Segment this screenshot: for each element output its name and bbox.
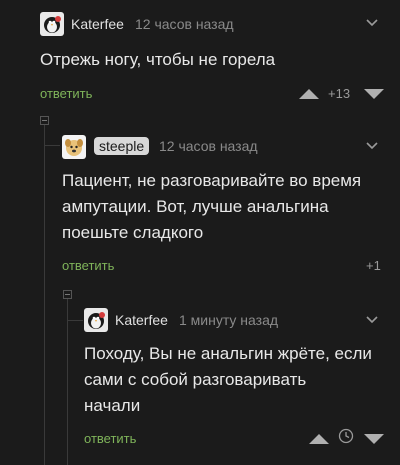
comment-3-reply-link[interactable]: ответить	[84, 431, 136, 446]
comment-3-text: Походу, Вы не анальгин жрёте, если сами …	[84, 341, 372, 419]
chevron-down-icon[interactable]	[364, 15, 380, 36]
comment-2-rating: +1	[366, 258, 381, 273]
collapse-thread-2-button[interactable]	[63, 290, 72, 299]
thread-line-level-2	[67, 297, 68, 465]
comment-1-time: 12 часов назад	[135, 16, 234, 32]
comment-1-text: Отрежь ногу, чтобы не горела	[40, 50, 276, 69]
comment-3-author[interactable]: Katerfee	[115, 312, 168, 328]
comment-2-text-line-1: Пациент, не разговаривайте во время	[62, 171, 362, 190]
penguin-avatar-icon[interactable]	[84, 308, 108, 332]
chevron-down-icon[interactable]	[364, 312, 380, 333]
comment-3-text-line-3: начали	[84, 396, 141, 415]
collapse-thread-1-button[interactable]	[40, 116, 49, 125]
triangle-down-icon[interactable]	[364, 87, 384, 105]
triangle-up-icon[interactable]	[299, 87, 319, 105]
penguin-avatar-icon[interactable]	[40, 12, 64, 36]
thread-connector-1	[44, 145, 60, 146]
comment-2-text-line-3: поешьте сладкого	[62, 223, 204, 242]
comment-3-text-line-2: сами с собой разговаривать	[84, 370, 307, 389]
dog-avatar-icon[interactable]	[62, 135, 86, 159]
comment-2-author[interactable]: steeple	[94, 137, 150, 155]
comment-3-time: 1 минуту назад	[179, 312, 279, 328]
comment-2-text: Пациент, не разговаривайте во время ампу…	[62, 168, 361, 246]
thread-line-level-1	[44, 122, 45, 465]
comment-1-rating: +13	[328, 86, 351, 101]
comment-2-reply-link[interactable]: ответить	[62, 258, 114, 273]
comment-1-author[interactable]: Katerfee	[71, 16, 124, 32]
thread-connector-2	[67, 320, 83, 321]
clock-icon	[338, 428, 354, 449]
comment-2-text-line-2: ампутации. Вот, лучше анальгина	[62, 197, 329, 216]
triangle-down-icon[interactable]	[364, 432, 384, 450]
triangle-up-icon[interactable]	[309, 432, 329, 450]
comment-3-text-line-1: Походу, Вы не анальгин жрёте, если	[84, 344, 372, 363]
chevron-down-icon[interactable]	[364, 138, 380, 159]
comment-2-time: 12 часов назад	[159, 138, 258, 154]
comment-1-reply-link[interactable]: ответить	[40, 86, 92, 101]
